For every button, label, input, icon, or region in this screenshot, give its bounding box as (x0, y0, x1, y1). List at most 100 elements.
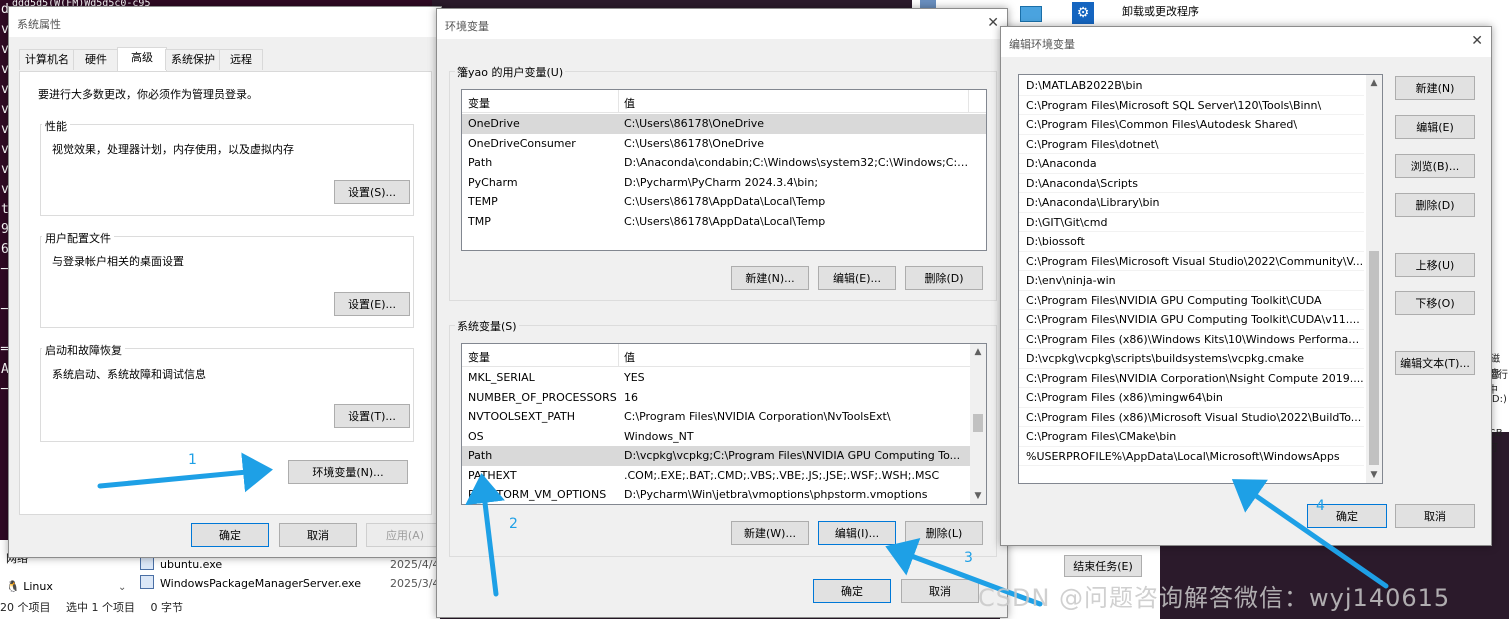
environment-variables-button[interactable]: 环境变量(N)... (288, 460, 408, 484)
list-item[interactable]: C:\Program Files\NVIDIA GPU Computing To… (1019, 291, 1364, 310)
list-item[interactable]: D:\Anaconda (1019, 154, 1364, 174)
nav-item-linux[interactable]: 🐧 Linux (6, 580, 53, 593)
table-row[interactable]: NVTOOLSEXT_PATH C:\Program Files\NVIDIA C… (462, 407, 986, 427)
scroll-up-icon[interactable]: ▲ (1366, 75, 1382, 91)
tab-hardware[interactable]: 硬件 (73, 49, 119, 70)
vertical-scrollbar[interactable]: ▲ ▼ (1366, 75, 1382, 483)
uninstall-link[interactable]: 卸载或更改程序 (1122, 3, 1199, 19)
list-item[interactable]: D:\Anaconda\Library\bin (1019, 193, 1364, 213)
list-item[interactable]: C:\Program Files\dotnet\ (1019, 135, 1364, 154)
column-value[interactable]: 值 (624, 349, 635, 365)
column-value[interactable]: 值 (624, 95, 635, 111)
file-row[interactable]: WindowsPackageManagerServer.exe 2025/3/4 (140, 574, 439, 594)
table-row[interactable]: OneDrive C:\Users\86178\OneDrive (462, 114, 986, 134)
variable-value: D:\Anaconda\condabin;C:\Windows\system32… (624, 156, 969, 169)
gear-icon[interactable]: ⚙ (1072, 2, 1094, 24)
variable-value: D:\vcpkg\vcpkg;C:\Program Files\NVIDIA G… (624, 449, 961, 462)
list-item[interactable]: D:\Anaconda\Scripts (1019, 174, 1364, 193)
table-row[interactable]: PATHEXT .COM;.EXE;.BAT;.CMD;.VBS;.VBE;.JS… (462, 466, 986, 486)
list-item[interactable]: C:\Program Files (x86)\mingw64\bin (1019, 388, 1364, 408)
tab-remote[interactable]: 远程 (219, 49, 263, 70)
selection-count: 选中 1 个项目 (66, 601, 135, 614)
table-row[interactable]: PHPSTORM_VM_OPTIONS D:\Pycharm\Win\jetbra… (462, 485, 986, 504)
list-item[interactable]: C:\Program Files\Common Files\Autodesk S… (1019, 115, 1364, 135)
table-row[interactable]: PyCharm D:\Pycharm\PyCharm 2024.3.4\bin; (462, 173, 986, 193)
close-icon[interactable]: ✕ (987, 15, 999, 31)
apply-button[interactable]: 应用(A) (366, 523, 444, 547)
table-row[interactable]: TEMP C:\Users\86178\AppData\Local\Temp (462, 192, 986, 212)
column-variable[interactable]: 变量 (468, 95, 490, 111)
browse-button[interactable]: 浏览(B)... (1395, 154, 1475, 178)
list-item[interactable]: C:\Program Files\NVIDIA GPU Computing To… (1019, 310, 1364, 330)
list-item[interactable]: C:\Program Files\CMake\bin (1019, 427, 1364, 447)
system-edit-button[interactable]: 编辑(I)... (818, 521, 896, 545)
system-variables-list[interactable]: 变量 值 MKL_SERIAL YES NUMBER_OF_PROCESSORS 16… (461, 343, 987, 505)
user-variables-list[interactable]: 变量 值 OneDrive C:\Users\86178\OneDrive OneD… (461, 89, 987, 251)
list-item[interactable]: C:\Program Files\NVIDIA Corporation\Nsig… (1019, 369, 1364, 388)
cancel-button[interactable]: 取消 (279, 523, 357, 547)
list-header: 变量 值 (462, 344, 970, 367)
vertical-scrollbar[interactable]: ▲ ▼ (970, 344, 986, 504)
scroll-thumb[interactable] (1369, 251, 1379, 465)
list-item[interactable]: C:\Program Files\Microsoft Visual Studio… (1019, 252, 1364, 271)
end-task-button[interactable]: 结束任务(E) (1064, 555, 1142, 577)
scroll-down-icon[interactable]: ▼ (1366, 467, 1382, 483)
list-item[interactable]: %USERPROFILE%\AppData\Local\Microsoft\Wi… (1019, 447, 1364, 466)
list-item[interactable]: C:\Program Files (x86)\Windows Kits\10\W… (1019, 330, 1364, 349)
scroll-up-icon[interactable]: ▲ (970, 344, 986, 360)
delete-entry-button[interactable]: 删除(D) (1395, 193, 1475, 217)
cancel-button[interactable]: 取消 (1395, 504, 1475, 528)
user-edit-button[interactable]: 编辑(E)... (818, 266, 896, 290)
ok-button[interactable]: 确定 (813, 579, 891, 603)
list-item[interactable]: D:\env\ninja-win (1019, 271, 1364, 291)
chevron-down-icon[interactable]: ⌄ (118, 582, 126, 593)
edit-text-button[interactable]: 编辑文本(T)... (1395, 351, 1475, 375)
tab-system-protection[interactable]: 系统保护 (165, 49, 221, 70)
move-up-button[interactable]: 上移(U) (1395, 253, 1475, 277)
column-variable[interactable]: 变量 (468, 349, 490, 365)
list-item[interactable]: D:\GIT\Git\cmd (1019, 213, 1364, 232)
table-row[interactable]: NUMBER_OF_PROCESSORS 16 (462, 388, 986, 408)
list-item[interactable]: D:\vcpkg\vcpkg\scripts\buildsystems\vcpk… (1019, 349, 1364, 369)
ok-button[interactable]: 确定 (191, 523, 269, 547)
variable-name: OneDrive (468, 117, 520, 130)
new-entry-button[interactable]: 新建(N) (1395, 76, 1475, 100)
tab-advanced[interactable]: 高级 (117, 47, 167, 72)
system-delete-button[interactable]: 删除(L) (905, 521, 983, 545)
table-row[interactable]: Path D:\Anaconda\condabin;C:\Windows\syst… (462, 153, 986, 173)
table-row[interactable]: Path D:\vcpkg\vcpkg;C:\Program Files\NVID… (462, 446, 986, 466)
path-entries-list[interactable]: D:\MATLAB2022B\bin C:\Program Files\Micro… (1018, 74, 1383, 484)
dialog-title: 编辑环境变量 (1009, 38, 1075, 51)
watermark: CSDN @问题咨询解答微信：wyj140615 (978, 584, 1451, 612)
table-row[interactable]: MKL_SERIAL YES (462, 368, 986, 388)
scroll-thumb[interactable] (973, 414, 983, 432)
column-divider[interactable] (618, 344, 619, 366)
list-item[interactable]: C:\Program Files\Microsoft SQL Server\12… (1019, 96, 1364, 115)
close-icon[interactable]: ✕ (1471, 33, 1483, 49)
title-bar: 系统属性 (9, 7, 441, 37)
user-delete-button[interactable]: 删除(D) (905, 266, 983, 290)
startup-recovery-desc: 系统启动、系统故障和调试信息 (52, 368, 206, 381)
user-new-button[interactable]: 新建(N)... (731, 266, 809, 290)
table-row[interactable]: OS Windows_NT (462, 427, 986, 447)
file-row[interactable]: ubuntu.exe 2025/4/4 (140, 555, 439, 575)
list-item[interactable]: D:\MATLAB2022B\bin (1019, 76, 1364, 96)
performance-settings-button[interactable]: 设置(S)... (334, 180, 410, 204)
title-bar: 环境变量 ✕ (437, 9, 1007, 39)
scroll-down-icon[interactable]: ▼ (970, 488, 986, 504)
nav-label: Linux (23, 580, 53, 593)
move-down-button[interactable]: 下移(O) (1395, 291, 1475, 315)
table-row[interactable]: TMP C:\Users\86178\AppData\Local\Temp (462, 212, 986, 232)
system-new-button[interactable]: 新建(W)... (731, 521, 809, 545)
column-divider[interactable] (618, 90, 619, 112)
cancel-button[interactable]: 取消 (901, 579, 979, 603)
edit-entry-button[interactable]: 编辑(E) (1395, 115, 1475, 139)
column-divider[interactable] (968, 90, 969, 112)
variable-value: Windows_NT (624, 429, 694, 443)
user-profile-settings-button[interactable]: 设置(E)... (334, 292, 410, 316)
list-item[interactable]: D:\biossoft (1019, 232, 1364, 252)
list-item[interactable]: C:\Program Files (x86)\Microsoft Visual … (1019, 408, 1364, 427)
startup-recovery-settings-button[interactable]: 设置(T)... (334, 404, 410, 428)
tab-computer-name[interactable]: 计算机名 (19, 49, 75, 70)
table-row[interactable]: OneDriveConsumer C:\Users\86178\OneDrive (462, 134, 986, 154)
